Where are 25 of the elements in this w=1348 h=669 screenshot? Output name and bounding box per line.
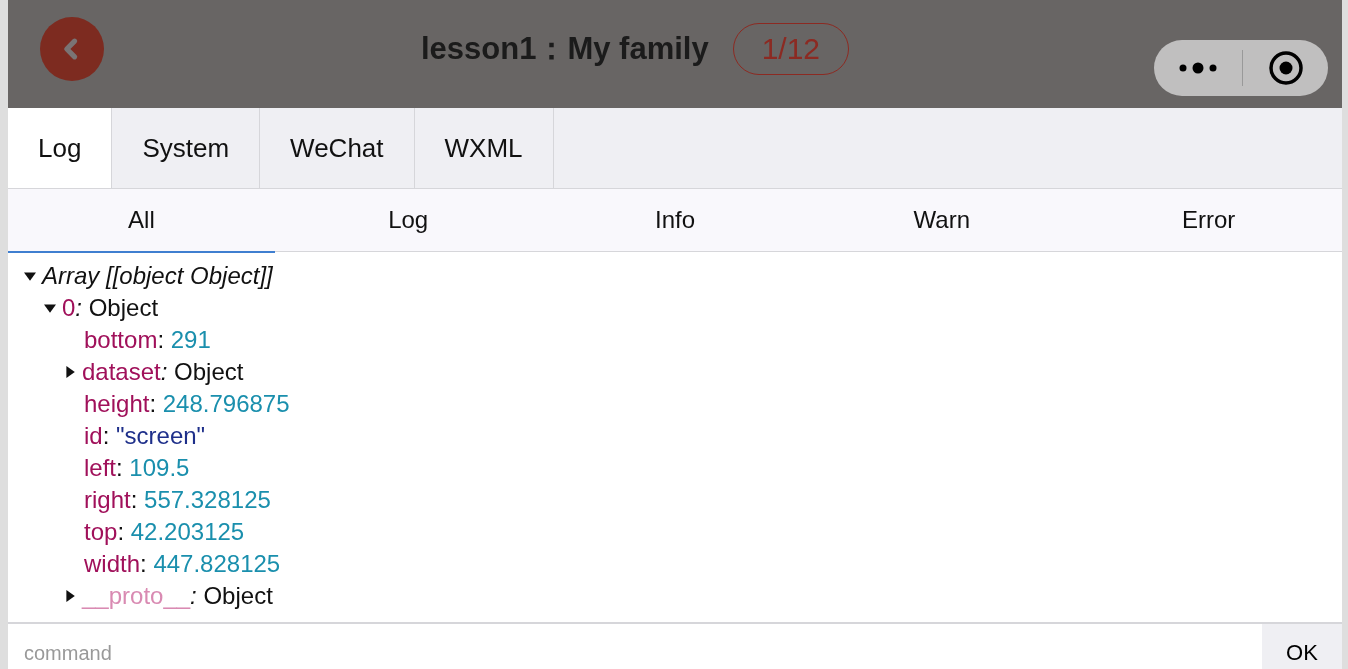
close-target-icon[interactable] [1267, 50, 1304, 86]
page-title: lesson1：My family [420, 30, 709, 68]
property-line: width: 447.828125 [84, 549, 281, 579]
expand-triangle-icon[interactable] [64, 590, 76, 602]
filter-tab[interactable]: Log [274, 189, 542, 253]
property-line: height: 248.796875 [84, 389, 290, 419]
filter-tab[interactable]: Info [541, 189, 809, 253]
ok-button[interactable]: OK [1262, 624, 1342, 669]
property-line: left: 109.5 [84, 453, 190, 483]
property-line: right: 557.328125 [84, 485, 271, 515]
collapse-triangle-icon[interactable] [24, 270, 36, 282]
collapse-triangle-icon[interactable] [44, 302, 56, 314]
expand-triangle-icon[interactable] [64, 366, 76, 378]
property-line: __proto__: Object [82, 581, 273, 611]
property-line: top: 42.203125 [84, 517, 245, 547]
filter-tab[interactable]: Error [1075, 189, 1342, 253]
property-line: id: "screen" [84, 421, 206, 451]
filter-tab[interactable]: Warn [808, 189, 1076, 253]
panel-tab[interactable]: Log [8, 108, 113, 188]
log-summary: Array [[object Object]] [42, 261, 273, 291]
filter-tab[interactable]: All [8, 189, 275, 253]
more-icon[interactable] [1178, 62, 1219, 74]
property-line: 0: Object [62, 293, 159, 323]
property-line: dataset: Object [82, 357, 244, 387]
property-line: bottom: 291 [84, 325, 211, 355]
